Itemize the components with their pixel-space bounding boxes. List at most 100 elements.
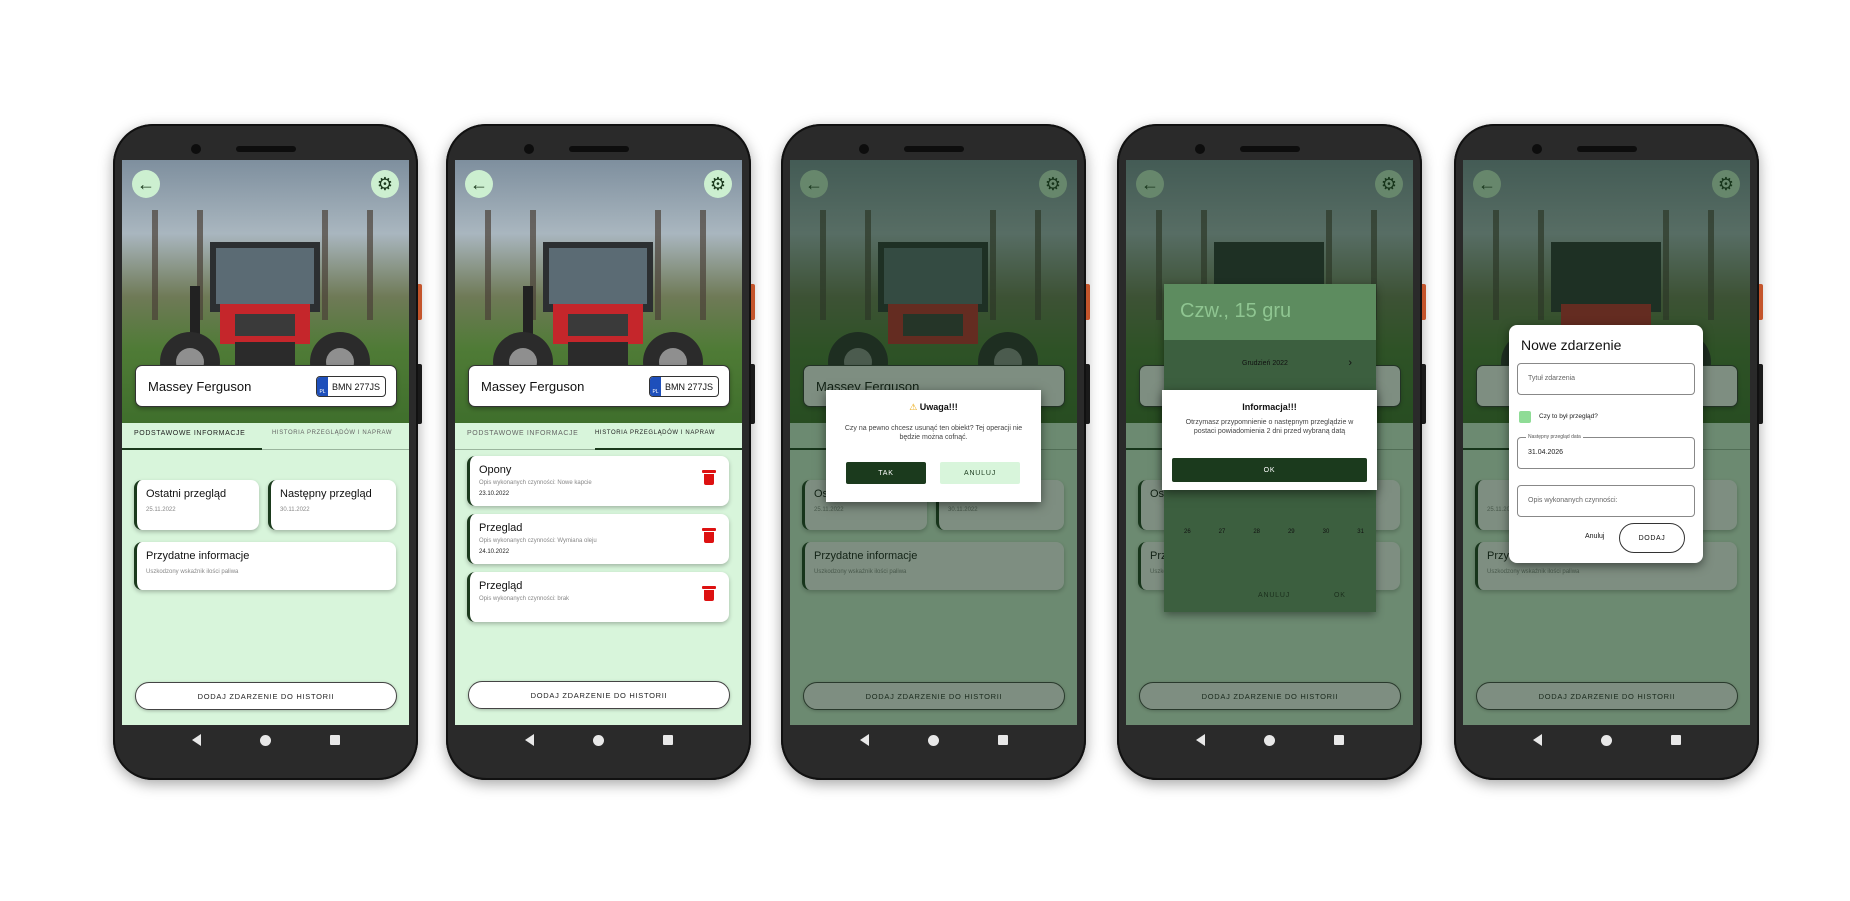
side-button [1086,364,1090,424]
selected-date: Czw., 15 gru [1180,300,1292,322]
side-button [1422,364,1426,424]
license-plate: PL BMN 277JS [649,376,719,397]
info-dialog: Informacja!!! Otrzymasz przypomnienie o … [1162,390,1377,490]
app-screen: ← ⚙ Massey Ferguson Ostatni przegląd 25.… [790,160,1077,725]
calendar-cancel-button[interactable]: Anuluj [1258,592,1290,599]
calendar-ok-button[interactable]: OK [1334,592,1346,599]
last-review-card[interactable]: Ostatni przegląd 25.11.2022 [134,480,259,530]
nav-recents-icon[interactable] [1670,735,1681,745]
nav-home-icon[interactable] [259,734,271,746]
history-item[interactable]: Przegląd Opis wykonanych czynności: brak [467,572,729,622]
input-value: 31.04.2026 [1528,449,1564,456]
tab-history[interactable]: Historia przeglądów i napraw [595,430,715,436]
side-button [418,364,422,424]
tab-basic-info[interactable]: Podstawowe informacje [467,430,578,437]
nav-home-icon[interactable] [1600,734,1612,746]
phone-calendar-info: ← ⚙ Ostatni przegląd Następny przegląd P… [1117,124,1426,780]
checkbox-label: Czy to był przegląd? [1539,413,1598,420]
nav-home-icon[interactable] [592,734,604,746]
chevron-right-icon[interactable]: › [1348,357,1352,369]
eu-flag-icon: PL [317,377,328,396]
nav-home-icon[interactable] [1263,734,1275,746]
add-event-button[interactable]: Dodaj zdarzenie do historii [135,682,397,710]
nav-back-icon[interactable] [859,734,869,746]
input-placeholder: Opis wykonanych czynności: [1528,497,1618,504]
confirm-button[interactable]: Tak [846,462,926,484]
nav-recents-icon[interactable] [997,735,1008,745]
add-event-button[interactable]: Dodaj zdarzenie do historii [468,681,730,709]
calendar-day[interactable]: 27 [1219,529,1226,535]
front-camera [859,144,869,154]
nav-recents-icon[interactable] [662,735,673,745]
history-item[interactable]: Opony Opis wykonanych czynności: Nowe ka… [467,456,729,506]
new-event-dialog: Nowe zdarzenie Tytuł zdarzenia Czy to by… [1509,325,1703,563]
side-button [751,284,755,320]
app-screen: ← ⚙ Ostatni przegląd Następny przegląd P… [1126,160,1413,725]
gear-icon[interactable]: ⚙ [371,170,399,198]
card-date: 25.11.2022 [146,507,176,513]
tab-bar: Podstawowe informacje Historia przeglądó… [122,418,409,450]
android-nav-bar [455,725,742,755]
side-button [418,284,422,320]
speaker [1239,146,1300,152]
calendar-day[interactable]: 29 [1288,529,1295,535]
front-camera [1195,144,1205,154]
vehicle-name-card: Massey Ferguson PL BMN 277JS [135,365,397,407]
card-text: Uszkodzony wskaźnik ilości paliwa [146,569,239,575]
eu-flag-icon: PL [650,377,661,396]
nav-home-icon[interactable] [927,734,939,746]
calendar-day[interactable]: 31 [1357,529,1364,535]
cancel-button[interactable]: Anuluj [1585,533,1604,540]
is-review-checkbox[interactable] [1519,411,1531,423]
speaker [568,146,629,152]
tab-indicator [595,448,742,450]
nav-back-icon[interactable] [1195,734,1205,746]
add-button[interactable]: Dodaj [1619,523,1685,553]
event-title-input[interactable]: Tytuł zdarzenia [1517,363,1695,395]
android-nav-bar [122,725,409,755]
tab-basic-info[interactable]: Podstawowe informacje [134,430,245,437]
next-review-card[interactable]: Następny przegląd 30.11.2022 [268,480,396,530]
dialog-message: Czy na pewno chcesz usunąć ten obiekt? T… [844,425,1023,441]
app-screen: ← ⚙ 25.11.2022 30.11.2022 Przydatne info… [1463,160,1750,725]
calendar-day[interactable]: 28 [1253,529,1260,535]
nav-recents-icon[interactable] [1333,735,1344,745]
trash-icon[interactable] [702,586,716,601]
nav-back-icon[interactable] [1532,734,1542,746]
calendar-last-week: 26 27 28 29 30 31 [1184,529,1364,535]
trash-icon[interactable] [702,528,716,543]
side-button [751,364,755,424]
showcase-stage: ← ⚙ Massey Ferguson PL BMN 277JS Podstawo… [0,0,1850,901]
nav-back-icon[interactable] [524,734,534,746]
tab-history[interactable]: Historia przeglądów i napraw [272,430,392,436]
card-title: Przydatne informacje [146,550,250,562]
tab-indicator [122,448,262,450]
history-desc: Opis wykonanych czynności: Nowe kapcie [479,480,592,486]
nav-back-icon[interactable] [191,734,201,746]
card-date: 30.11.2022 [280,507,310,513]
dialog-message: Otrzymasz przypomnienie o następnym prze… [1185,419,1354,435]
back-arrow-icon[interactable]: ← [132,170,160,198]
dialog-title: Informacja!!! [1242,402,1297,412]
side-button [1759,364,1763,424]
cancel-button[interactable]: Anuluj [940,462,1020,484]
delete-confirm-dialog: ⚠ Uwaga!!! Czy na pewno chcesz usunąć te… [826,390,1041,502]
warning-icon: ⚠ [909,402,918,412]
trash-icon[interactable] [702,470,716,485]
ok-button[interactable]: OK [1172,458,1367,482]
useful-info-card[interactable]: Przydatne informacje Uszkodzony wskaźnik… [134,542,396,590]
description-input[interactable]: Opis wykonanych czynności: [1517,485,1695,517]
calendar-day[interactable]: 26 [1184,529,1191,535]
history-desc: Opis wykonanych czynności: brak [479,596,570,602]
phone-delete-dialog: ← ⚙ Massey Ferguson Ostatni przegląd 25.… [781,124,1090,780]
history-desc: Opis wykonanych czynności: Wymiana oleju [479,538,597,544]
phone-basic-info: ← ⚙ Massey Ferguson PL BMN 277JS Podstawo… [113,124,422,780]
history-item[interactable]: Przeglad Opis wykonanych czynności: Wymi… [467,514,729,564]
calendar-month: Grudzień 2022 [1242,360,1288,367]
gear-icon[interactable]: ⚙ [704,170,732,198]
nav-recents-icon[interactable] [329,735,340,745]
back-arrow-icon[interactable]: ← [465,170,493,198]
calendar-day[interactable]: 30 [1323,529,1330,535]
card-title: Następny przegląd [280,488,372,500]
next-review-date-input[interactable]: Następny przegląd data 31.04.2026 [1517,434,1695,469]
